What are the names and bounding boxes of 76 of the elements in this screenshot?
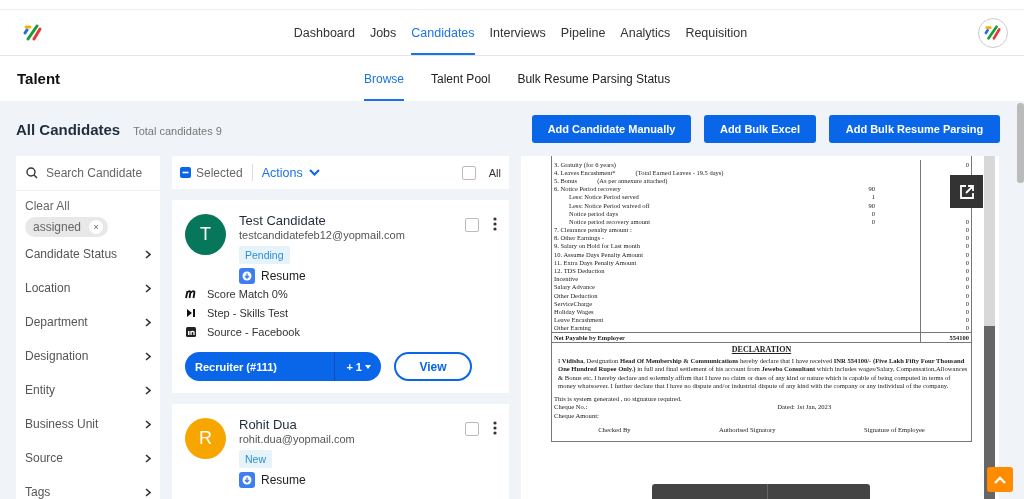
filter-item[interactable]: Source <box>25 441 151 475</box>
all-label: All <box>488 166 501 179</box>
detail-text: Source - Facebook <box>207 325 300 338</box>
chevron-icon <box>145 453 151 463</box>
chevron-icon <box>145 419 151 429</box>
filter-item[interactable]: Tags <box>25 475 151 499</box>
chip-label: assigned <box>33 220 82 234</box>
filter-item[interactable]: Department <box>25 305 151 339</box>
detail-text: Step - Skills Test <box>207 306 289 319</box>
status-badge: Pending <box>239 246 290 264</box>
nav-tab[interactable]: Pipeline <box>560 10 606 55</box>
filter-item[interactable]: Designation <box>25 339 151 373</box>
candidate-name: Rohit Dua <box>239 417 297 432</box>
recruiter-button[interactable]: Recruiter (#111) + 1 <box>185 352 381 381</box>
nav-tab[interactable]: Jobs <box>369 10 397 55</box>
sub-tab[interactable]: Browse <box>364 56 404 101</box>
total-count: Total candidates 9 <box>133 124 222 137</box>
add-button[interactable]: Add Candidate Manually <box>532 115 691 143</box>
candidate-checkbox[interactable] <box>465 218 479 232</box>
more-icon[interactable] <box>493 421 497 435</box>
chevron-icon <box>145 317 151 327</box>
chevron-icon <box>145 385 151 395</box>
detail-text: Score Match 0% <box>207 287 288 300</box>
download-icon[interactable] <box>239 472 255 488</box>
add-button[interactable]: Add Bulk Resume Parsing <box>829 115 1000 143</box>
selected-label: Selected <box>196 165 243 180</box>
candidate-email: rohit.dua@yopmail.com <box>239 432 355 446</box>
select-all-checkbox[interactable] <box>461 165 476 180</box>
score-icon <box>185 288 197 299</box>
caret-icon <box>308 169 320 176</box>
chevron-icon <box>145 249 151 259</box>
filter-item[interactable]: Location <box>25 271 151 305</box>
nav-tab[interactable]: Requisition <box>685 10 748 55</box>
filter-item[interactable]: Candidate Status <box>25 237 151 271</box>
linkedin-icon <box>185 326 197 337</box>
caret-icon <box>365 364 371 369</box>
sub-tab[interactable]: Talent Pool <box>431 56 491 101</box>
filter-item[interactable]: Business Unit <box>25 407 151 441</box>
partial-checkbox-icon[interactable] <box>180 167 191 178</box>
more-icon[interactable] <box>493 217 497 231</box>
status-badge: New <box>239 450 272 468</box>
scrollbar-thumb[interactable] <box>984 326 995 499</box>
candidate-name: Test Candidate <box>239 213 326 228</box>
candidate-avatar: T <box>185 214 226 255</box>
resume-link[interactable]: Resume <box>261 473 306 487</box>
filter-item[interactable]: Entity <box>25 373 151 407</box>
search-input[interactable]: Search Candidate <box>46 166 156 180</box>
chevron-icon <box>145 283 151 293</box>
search-icon <box>26 167 38 179</box>
candidate-email: testcandidatefeb12@yopmail.com <box>239 228 405 242</box>
scroll-top-button[interactable] <box>987 467 1013 492</box>
search-field[interactable]: Search Candidate <box>16 156 160 191</box>
remove-chip-button[interactable]: × <box>89 220 104 234</box>
view-button[interactable]: View <box>394 352 472 381</box>
chevron-icon <box>145 351 151 361</box>
nav-tab[interactable]: Interviews <box>489 10 546 55</box>
candidate-avatar: R <box>185 418 226 459</box>
page-title: Talent <box>17 70 62 87</box>
caret-up-icon <box>994 475 1006 484</box>
download-icon[interactable] <box>239 268 255 284</box>
clear-all-link[interactable]: Clear All <box>25 199 151 213</box>
page-scrollbar-thumb[interactable] <box>1017 103 1024 183</box>
open-external-icon[interactable] <box>950 175 983 208</box>
nav-tab[interactable]: Analytics <box>620 10 671 55</box>
nav-tab[interactable]: Dashboard <box>293 10 355 55</box>
section-title: All Candidates <box>16 120 121 138</box>
logo-icon[interactable] <box>23 23 43 42</box>
declaration-title: DECLARATION <box>731 344 792 354</box>
profile-avatar[interactable] <box>978 17 1008 48</box>
skip-next-icon <box>185 307 197 318</box>
chevron-icon <box>145 487 151 497</box>
sub-tab[interactable]: Bulk Resume Parsing Status <box>517 56 671 101</box>
add-button[interactable]: Add Bulk Excel <box>704 115 816 143</box>
resume-link[interactable]: Resume <box>261 269 306 283</box>
candidate-checkbox[interactable] <box>465 422 479 436</box>
actions-dropdown[interactable]: Actions <box>261 165 320 180</box>
